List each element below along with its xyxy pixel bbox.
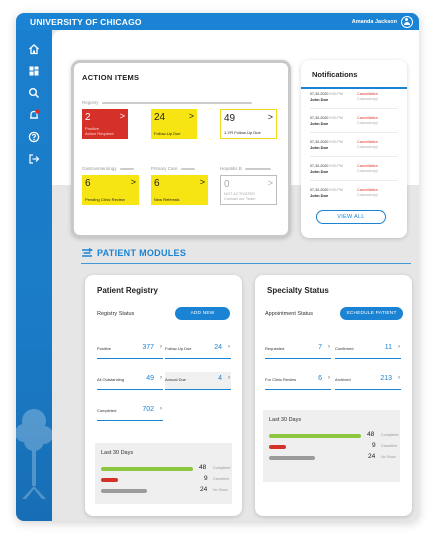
registry-status-label: Registry Status xyxy=(97,311,135,317)
registry-last-30-days: Last 30 Days 48 Completed 9 Cancelled 24… xyxy=(95,443,232,504)
notifications-card: Notifications 07-30-2020 9:00 PM John Do… xyxy=(301,60,407,238)
action-items-card: ACTION ITEMS Registry 2 > Positive Actio… xyxy=(71,60,291,238)
notification-item[interactable]: 07-30-2020 9:00 PM John Doe Cancellation… xyxy=(310,114,398,133)
notifications-title: Notifications xyxy=(312,70,358,79)
tile-positive[interactable]: 2 > Positive Action Required xyxy=(82,109,128,139)
tile-pending-clinic-review[interactable]: 6 > Pending Clinic Review xyxy=(82,175,139,205)
view-all-button[interactable]: VIEW ALL xyxy=(316,210,386,224)
bar-cancelled: 9 Cancelled xyxy=(269,442,397,451)
stat-all-outstanding[interactable]: All Outstanding 49 › xyxy=(97,372,163,390)
search-icon[interactable] xyxy=(28,86,41,99)
notifications-icon[interactable] xyxy=(28,108,41,121)
bar-completed: 48 Completed xyxy=(101,464,230,473)
dashboard-icon[interactable] xyxy=(28,64,41,77)
notification-item[interactable]: 07-30-2020 9:00 PM John Doe Cancellation… xyxy=(310,90,398,109)
stat-annual-due[interactable]: Annual Due 4 › xyxy=(165,372,231,390)
logout-icon[interactable] xyxy=(28,152,41,165)
main-content: ACTION ITEMS Registry 2 > Positive Actio… xyxy=(52,30,419,521)
tile-hepatitis-not-activated[interactable]: 0 > NOT ACTIVATED Contact our Team xyxy=(220,175,277,205)
tile-1yr-follow-up-due[interactable]: 49 > 1-YR Follow-Up Due xyxy=(220,109,277,139)
stat-positive[interactable]: Positive 377 › xyxy=(97,341,163,359)
patient-modules-heading: PATIENT MODULES xyxy=(81,248,186,258)
specialty-status-title: Specialty Status xyxy=(267,286,329,295)
top-bar: UNIVERSITY OF CHICAGO Amanda Jackson xyxy=(16,13,419,30)
stat-requested[interactable]: Requested 7 › xyxy=(265,341,331,359)
modules-icon xyxy=(82,248,93,257)
group-label-primary-care: Primary Care xyxy=(151,166,195,171)
home-icon[interactable] xyxy=(28,42,41,55)
stat-completed[interactable]: Completed 702 › xyxy=(97,403,163,421)
help-icon[interactable] xyxy=(28,130,41,143)
notification-item[interactable]: 07-30-2020 9:00 PM John Doe Cancellation… xyxy=(310,138,398,157)
bar-no-show: 24 No Show xyxy=(269,453,397,462)
app-window: UNIVERSITY OF CHICAGO Amanda Jackson ACT… xyxy=(16,13,419,521)
specialty-status-card: Specialty Status Appointment Status SCHE… xyxy=(255,275,412,516)
schedule-patient-button[interactable]: SCHEDULE PATIENT xyxy=(340,307,403,320)
brand-title: UNIVERSITY OF CHICAGO xyxy=(30,16,142,27)
user-name: Amanda Jackson xyxy=(351,18,397,25)
sidebar xyxy=(16,30,52,521)
bar-cancelled: 9 Cancelled xyxy=(101,475,229,484)
avatar-icon[interactable] xyxy=(401,15,413,28)
bar-completed: 48 Completed xyxy=(269,431,398,440)
notification-item[interactable]: 07-30-2020 9:00 PM John Doe Cancellation… xyxy=(310,186,398,205)
stat-archived[interactable]: Archived 213 › xyxy=(335,372,401,390)
appointment-status-label: Appointment Status xyxy=(265,311,314,317)
action-items-title: ACTION ITEMS xyxy=(82,73,140,82)
group-label-hepatitis-b: Hepatitis B xyxy=(220,166,271,171)
patient-registry-title: Patient Registry xyxy=(97,286,158,295)
stat-confirmed[interactable]: Confirmed 11 › xyxy=(335,341,401,359)
stat-for-clinic-review[interactable]: For Clinic Review 6 › xyxy=(265,372,331,390)
notification-item[interactable]: 07-30-2020 9:00 PM John Doe Cancellation… xyxy=(310,162,398,181)
specialty-last-30-days: Last 30 Days 48 Completed 9 Cancelled 24… xyxy=(263,410,400,482)
group-label-registry: Registry xyxy=(82,100,252,105)
group-label-gastro: Gastroenterology xyxy=(82,166,134,171)
add-new-button[interactable]: ADD NEW xyxy=(175,307,230,320)
user-menu[interactable]: Amanda Jackson xyxy=(351,15,413,28)
bar-no-show: 24 No Show xyxy=(101,486,229,495)
patient-registry-card: Patient Registry Registry Status ADD NEW… xyxy=(85,275,242,516)
tree-watermark-icon xyxy=(16,409,52,499)
tile-follow-up-due[interactable]: 24 > Follow-Up Due xyxy=(151,109,197,139)
stat-follow-up-due[interactable]: Follow-Up Due 24 › xyxy=(165,341,231,359)
tile-new-referrals[interactable]: 6 > New Referrals xyxy=(151,175,208,205)
